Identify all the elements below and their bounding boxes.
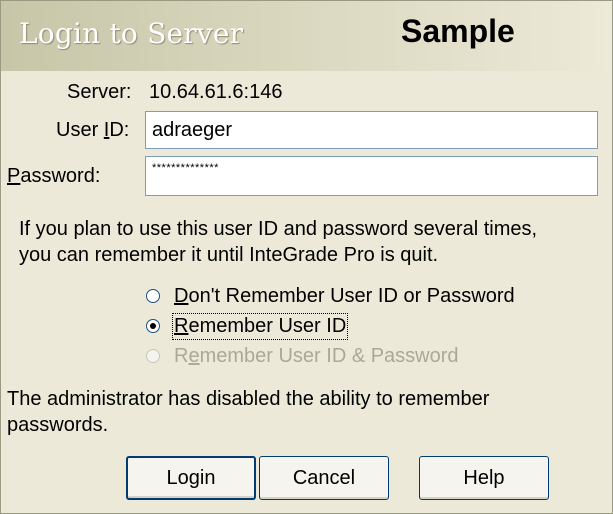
server-label: Server: — [67, 81, 132, 103]
radio-dont-remember[interactable]: Don't Remember User ID or Password — [146, 284, 515, 308]
password-input[interactable]: ************** — [145, 156, 598, 196]
sample-watermark: Sample — [401, 13, 515, 49]
info-text-line2: you can remember it until InteGrade Pro … — [19, 244, 439, 266]
info-text-line1: If you plan to use this user ID and pass… — [19, 218, 538, 240]
login-button[interactable]: Login — [126, 456, 256, 500]
radio-label-dont-remember: Don't Remember User ID or Password — [174, 284, 515, 307]
login-dialog: Login to Server Sample Server: 10.64.61.… — [0, 0, 613, 514]
radio-button-remember-user-id[interactable] — [146, 319, 160, 333]
dialog-title: Login to Server — [19, 17, 244, 50]
admin-notice-line1: The administrator has disabled the abili… — [7, 388, 490, 410]
admin-notice-line2: passwords. — [7, 414, 109, 436]
radio-remember-user-id[interactable]: Remember User ID — [146, 312, 349, 340]
password-label: Password: — [7, 165, 101, 187]
title-bar[interactable]: Login to Server Sample — [1, 1, 612, 71]
user-id-label: User ID: — [56, 119, 130, 141]
user-id-input[interactable] — [145, 111, 598, 149]
help-button[interactable]: Help — [419, 456, 549, 500]
radio-button-dont-remember[interactable] — [146, 289, 160, 303]
radio-label-remember-user-id-password: Remember User ID & Password — [174, 344, 459, 367]
cancel-button[interactable]: Cancel — [259, 456, 389, 500]
server-value: 10.64.61.6:146 — [149, 81, 283, 103]
radio-label-remember-user-id: Remember User ID — [171, 312, 349, 340]
radio-remember-user-id-password: Remember User ID & Password — [146, 344, 459, 368]
radio-button-remember-user-id-password — [146, 349, 160, 363]
